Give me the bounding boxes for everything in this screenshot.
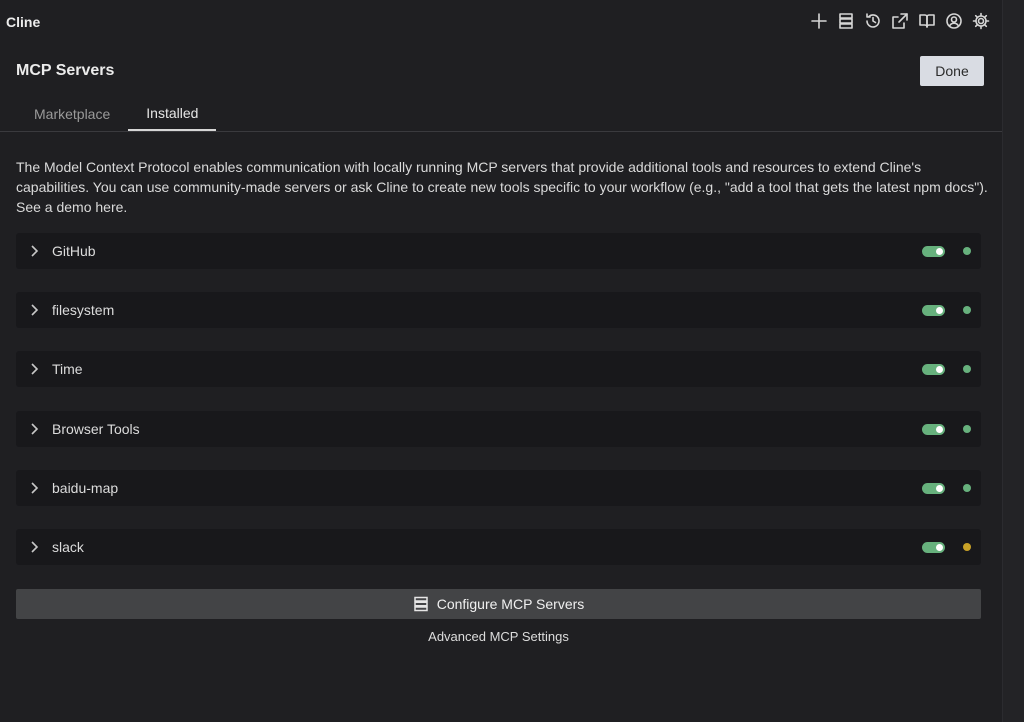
page-title: MCP Servers (16, 62, 115, 79)
toggle-knob (936, 366, 943, 373)
toggle-knob (936, 544, 943, 551)
server-toggle[interactable] (922, 424, 945, 435)
history-icon[interactable] (863, 11, 882, 30)
book-icon[interactable] (917, 11, 936, 30)
server-stack-icon (413, 596, 428, 612)
server-name: filesystem (52, 302, 115, 318)
tab-installed[interactable]: Installed (128, 96, 217, 131)
server-toggle[interactable] (922, 542, 945, 553)
advanced-mcp-settings-link[interactable]: Advanced MCP Settings (16, 629, 981, 644)
status-indicator (963, 543, 971, 551)
server-toggle[interactable] (922, 305, 945, 316)
server-row-slack[interactable]: slack (16, 529, 981, 565)
toggle-knob (936, 485, 943, 492)
configure-label: Configure MCP Servers (436, 596, 585, 612)
status-indicator (963, 247, 971, 255)
plus-icon[interactable] (809, 11, 828, 30)
top-bar: Cline (0, 0, 1002, 44)
chevron-right-icon[interactable] (27, 421, 41, 437)
server-name: Time (52, 361, 83, 377)
status-indicator (963, 365, 971, 373)
chevron-right-icon[interactable] (27, 302, 41, 318)
tab-bar: Marketplace Installed (16, 96, 217, 132)
popout-icon[interactable] (890, 11, 909, 30)
server-row-github[interactable]: GitHub (16, 233, 981, 269)
scrollbar[interactable] (1002, 0, 1024, 722)
toggle-knob (936, 248, 943, 255)
server-name: GitHub (52, 243, 96, 259)
chevron-right-icon[interactable] (27, 480, 41, 496)
account-icon[interactable] (944, 11, 963, 30)
server-toggle[interactable] (922, 364, 945, 375)
server-row-filesystem[interactable]: filesystem (16, 292, 981, 328)
configure-mcp-servers-button[interactable]: Configure MCP Servers (16, 589, 981, 619)
toggle-knob (936, 307, 943, 314)
status-indicator (963, 425, 971, 433)
server-toggle[interactable] (922, 483, 945, 494)
toggle-knob (936, 426, 943, 433)
server-row-baidu-map[interactable]: baidu-map (16, 470, 981, 506)
status-indicator (963, 306, 971, 314)
mcp-panel: Cline MCP Servers Done Marketplace Insta… (0, 0, 1002, 722)
settings-icon[interactable] (971, 11, 990, 30)
chevron-right-icon[interactable] (27, 243, 41, 259)
chevron-right-icon[interactable] (27, 539, 41, 555)
server-name: baidu-map (52, 480, 119, 496)
server-stack-icon[interactable] (836, 11, 855, 30)
chevron-right-icon[interactable] (27, 361, 41, 377)
server-row-browser-tools[interactable]: Browser Tools (16, 411, 981, 447)
mcp-description: The Model Context Protocol enables commu… (16, 159, 988, 215)
server-name: Browser Tools (52, 421, 140, 437)
done-button[interactable]: Done (920, 56, 984, 86)
server-row-time[interactable]: Time (16, 351, 981, 387)
tab-marketplace[interactable]: Marketplace (16, 96, 128, 131)
status-indicator (963, 484, 971, 492)
app-title: Cline (6, 14, 41, 30)
server-toggle[interactable] (922, 246, 945, 257)
toolbar-icons (809, 11, 990, 30)
server-name: slack (52, 539, 84, 555)
tabs-divider (0, 131, 1002, 132)
